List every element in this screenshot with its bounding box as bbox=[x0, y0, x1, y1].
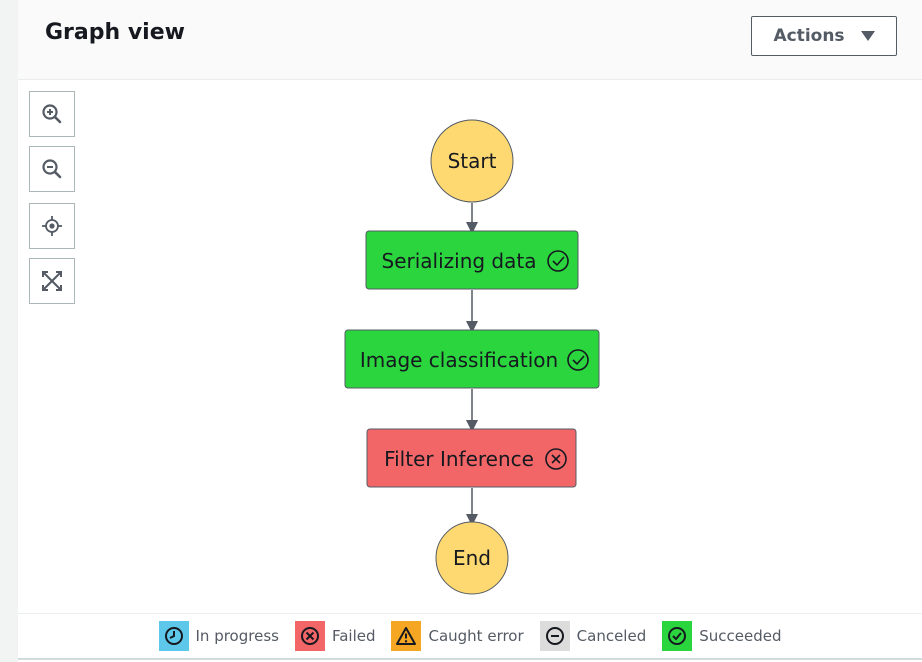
caret-down-icon bbox=[860, 31, 875, 41]
serializing-data-node[interactable]: Serializing data bbox=[365, 230, 579, 290]
state-machine-graph: Start Serializing data Image classificat… bbox=[344, 119, 600, 595]
legend-item-succeeded: Succeeded bbox=[662, 621, 782, 651]
check-circle-icon bbox=[662, 621, 693, 651]
status-legend: In progress Failed Caught error Canceled… bbox=[18, 613, 922, 660]
actions-button[interactable]: Actions bbox=[751, 16, 897, 56]
legend-item-canceled: Canceled bbox=[539, 621, 647, 651]
start-node[interactable]: Start bbox=[430, 119, 514, 203]
legend-label: In progress bbox=[195, 627, 279, 645]
graph-view-panel: Graph view Actions Start Serializing dat… bbox=[18, 0, 922, 662]
clock-icon bbox=[158, 621, 189, 651]
filter-inference-label: Filter Inference bbox=[384, 447, 534, 471]
page-title: Graph view bbox=[45, 20, 185, 45]
actions-label: Actions bbox=[773, 26, 845, 46]
serializing-data-label: Serializing data bbox=[382, 249, 537, 273]
filter-inference-node[interactable]: Filter Inference bbox=[366, 428, 577, 488]
panel-header: Graph view Actions bbox=[18, 0, 922, 80]
legend-item-in-progress: In progress bbox=[158, 621, 279, 651]
end-node-label: End bbox=[453, 546, 491, 570]
legend-label: Failed bbox=[331, 627, 376, 645]
image-classification-node[interactable]: Image classification bbox=[344, 329, 600, 389]
legend-label: Canceled bbox=[576, 627, 647, 645]
minus-circle-icon bbox=[539, 621, 570, 651]
end-node[interactable]: End bbox=[435, 521, 509, 595]
x-circle-icon bbox=[294, 621, 325, 651]
start-node-label: Start bbox=[448, 149, 497, 173]
legend-label: Caught error bbox=[428, 627, 524, 645]
warning-icon bbox=[391, 621, 422, 651]
legend-label: Succeeded bbox=[699, 627, 782, 645]
legend-item-failed: Failed bbox=[294, 621, 376, 651]
legend-item-caught-error: Caught error bbox=[391, 621, 524, 651]
image-classification-label: Image classification bbox=[360, 348, 558, 372]
